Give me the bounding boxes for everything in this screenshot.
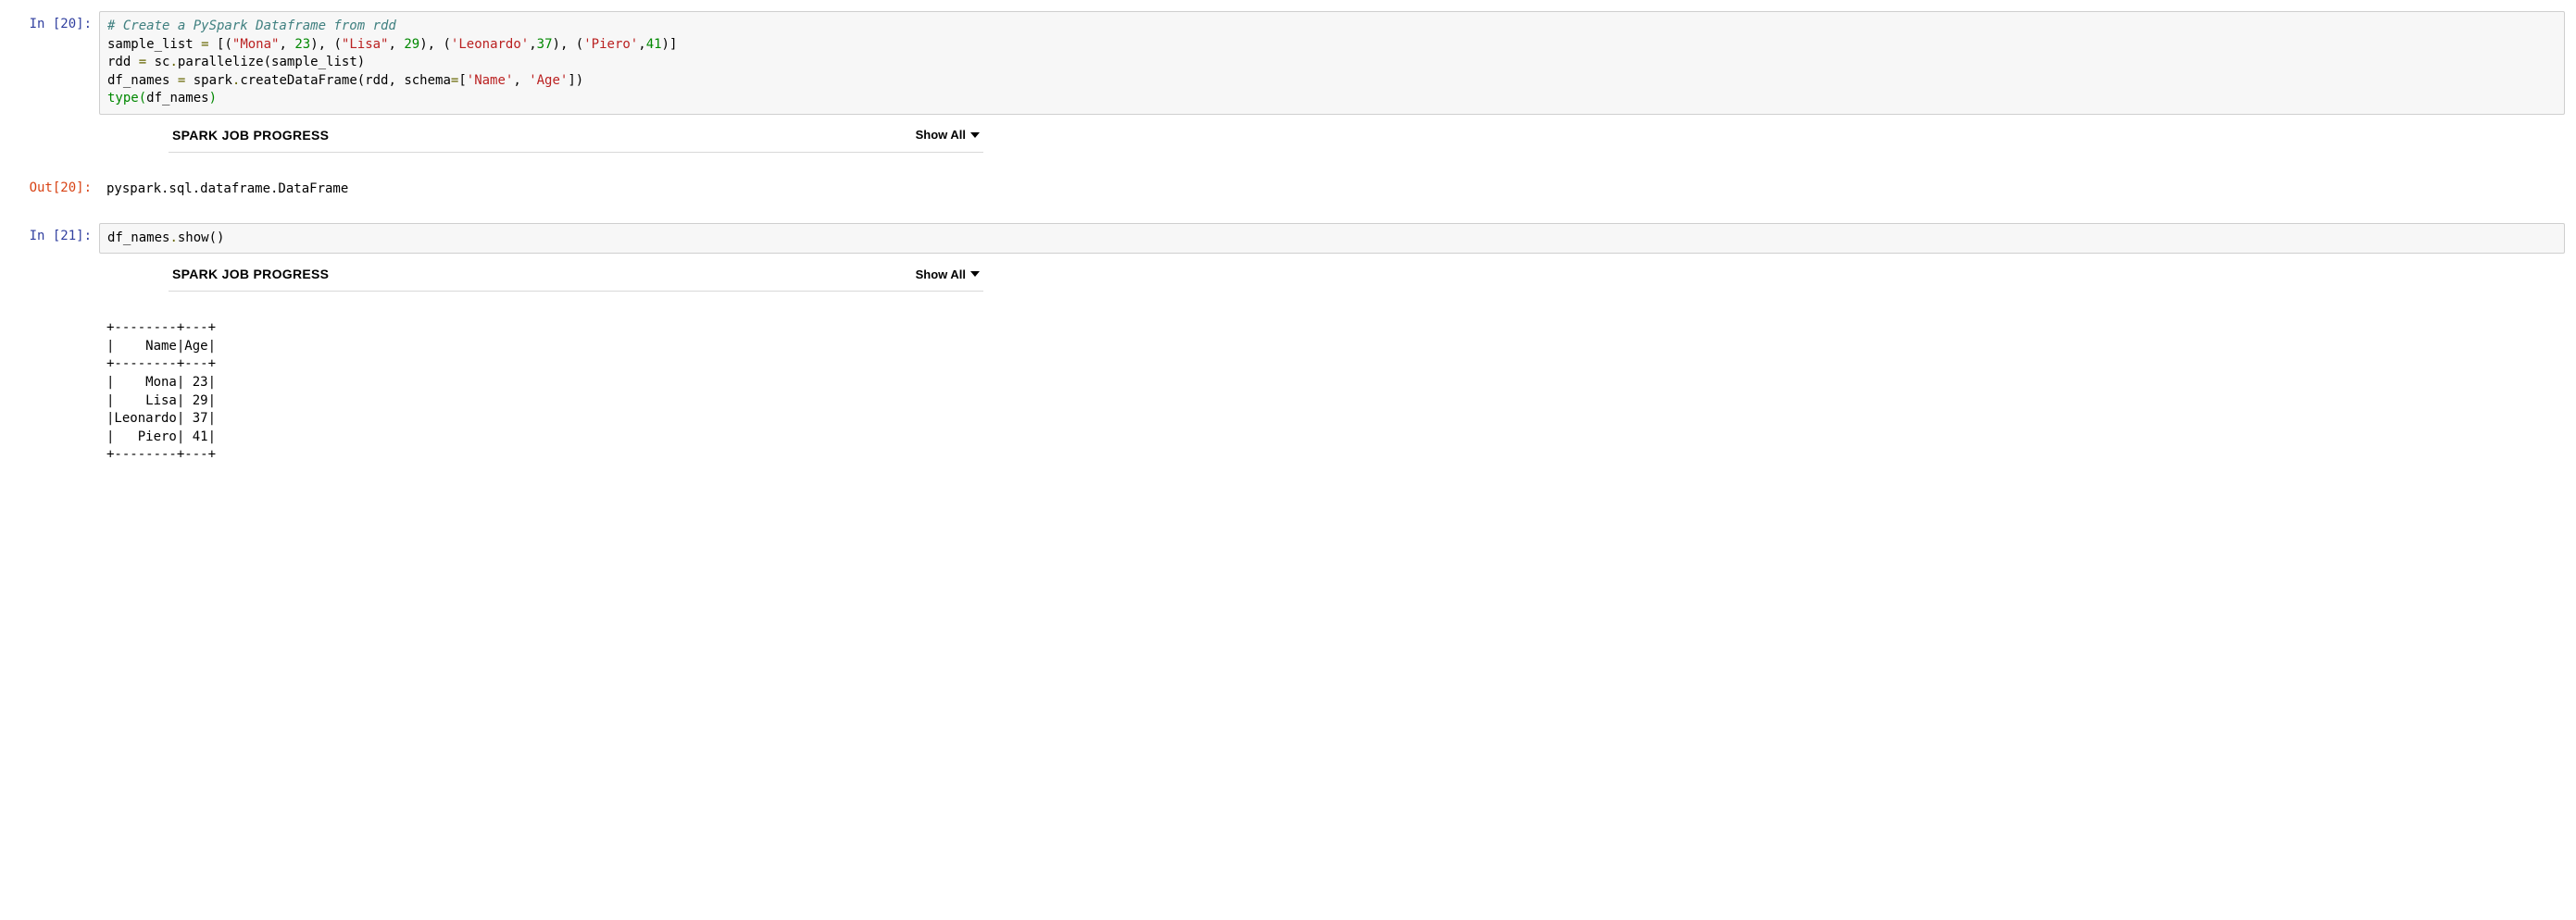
code-cell-21: In [21]: df_names.show() [11, 223, 2565, 255]
spark-progress-block: SPARK JOB PROGRESS Show All [169, 259, 983, 292]
input-prompt: In [20]: [11, 11, 99, 37]
caret-down-icon [970, 132, 980, 138]
code-cell-20: In [20]: # Create a PySpark Dataframe fr… [11, 11, 2565, 115]
code-input[interactable]: df_names.show() [99, 223, 2565, 255]
show-all-button[interactable]: Show All [916, 128, 980, 142]
output-text: pyspark.sql.dataframe.DataFrame [99, 175, 2565, 205]
spark-progress-header: SPARK JOB PROGRESS Show All [169, 259, 983, 289]
output-prompt: Out[20]: [11, 175, 99, 201]
show-all-label: Show All [916, 128, 966, 142]
input-prompt: In [21]: [11, 223, 99, 249]
spark-progress-title: SPARK JOB PROGRESS [172, 128, 329, 143]
caret-down-icon [970, 271, 980, 277]
divider [169, 291, 983, 292]
output-cell-20: Out[20]: pyspark.sql.dataframe.DataFrame [11, 175, 2565, 205]
spark-progress-header: SPARK JOB PROGRESS Show All [169, 120, 983, 150]
show-all-label: Show All [916, 267, 966, 281]
stdout-output: +--------+---+ | Name|Age| +--------+---… [99, 319, 2565, 465]
divider [169, 152, 983, 153]
spark-progress-title: SPARK JOB PROGRESS [172, 267, 329, 281]
show-all-button[interactable]: Show All [916, 267, 980, 281]
spark-progress-block: SPARK JOB PROGRESS Show All [169, 120, 983, 153]
code-comment: # Create a PySpark Dataframe from rdd [107, 19, 396, 33]
code-input[interactable]: # Create a PySpark Dataframe from rdd sa… [99, 11, 2565, 115]
